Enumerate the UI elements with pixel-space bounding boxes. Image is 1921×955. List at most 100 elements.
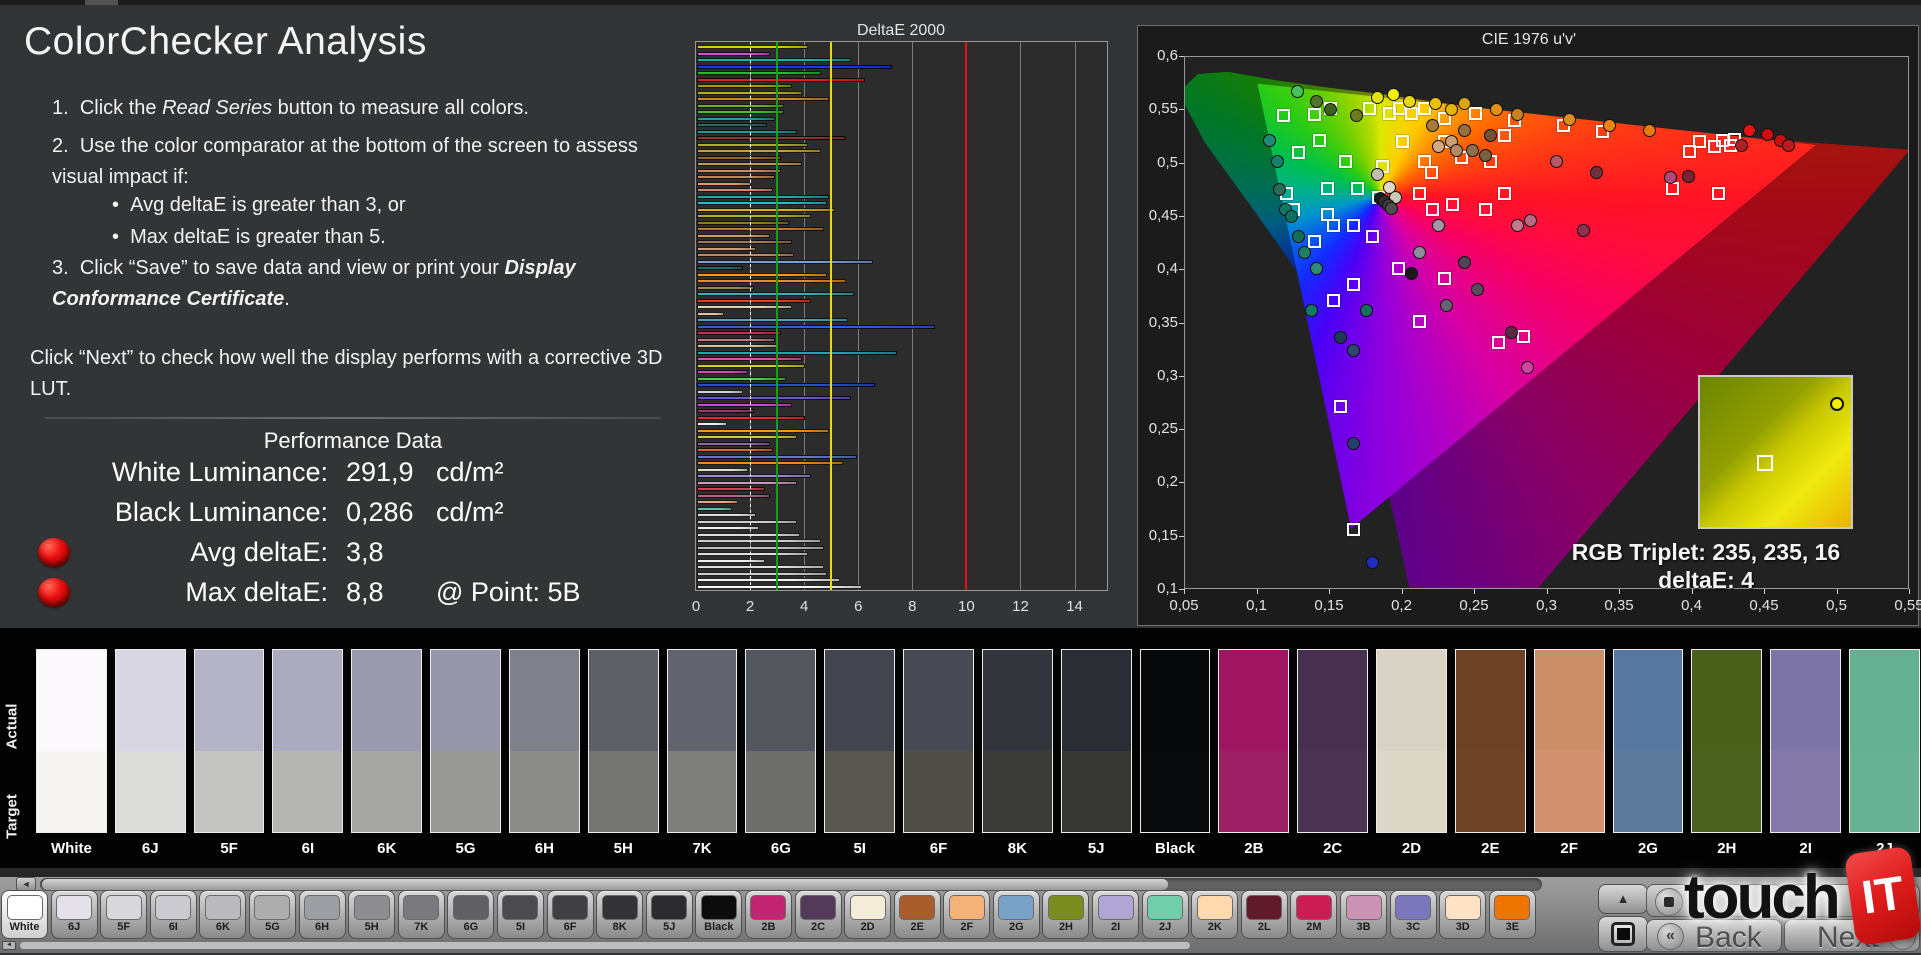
color-select-button[interactable]: 7K — [398, 890, 445, 939]
color-select-button[interactable]: 3C — [1390, 890, 1437, 939]
color-select-button[interactable]: 6F — [547, 890, 594, 939]
comparator-swatch[interactable]: 6G — [745, 649, 816, 857]
pager-up-button[interactable]: ▲ — [1598, 884, 1648, 914]
color-select-button[interactable]: 6I — [150, 890, 197, 939]
step1-text-post: button to measure all colors. — [272, 97, 529, 119]
deltae-bar — [697, 156, 781, 160]
performance-value: 0,286 — [328, 497, 428, 528]
comparator-swatch[interactable]: 2F — [1534, 649, 1605, 857]
color-select-button[interactable]: 5F — [100, 890, 147, 939]
cie-target-square — [1277, 109, 1290, 122]
comparator-swatch[interactable]: 2I — [1770, 649, 1841, 857]
performance-unit: @ Point: 5B — [428, 577, 678, 608]
comparator-swatch[interactable]: 5H — [588, 649, 659, 857]
color-select-button[interactable]: 6H — [299, 890, 346, 939]
color-select-button[interactable]: 2B — [745, 890, 792, 939]
comparator-swatch[interactable]: 5J — [1061, 649, 1132, 857]
color-select-button[interactable]: 6G — [447, 890, 494, 939]
mini-scrollbar-arrow[interactable]: ◄ — [2, 941, 16, 950]
comparator-swatch[interactable]: 6F — [903, 649, 974, 857]
comparator-swatch[interactable]: 6H — [509, 649, 580, 857]
color-select-button[interactable]: 5I — [497, 890, 544, 939]
performance-row: Black Luminance:0,286cd/m² — [28, 492, 678, 532]
color-select-button[interactable]: Black — [695, 890, 742, 939]
comparator-swatch[interactable]: 5F — [194, 649, 265, 857]
inset-target-square — [1757, 455, 1773, 471]
deltae-bar — [697, 65, 892, 69]
comparator-swatch[interactable]: 6K — [351, 649, 422, 857]
comparator-swatch[interactable]: 2E — [1455, 649, 1526, 857]
color-select-button[interactable]: 5G — [249, 890, 296, 939]
color-select-button[interactable]: 3E — [1489, 890, 1536, 939]
swatch-target-color — [1850, 751, 1919, 832]
swatch-rect — [115, 649, 186, 833]
cie-x-tick-label: 0,1 — [1235, 597, 1279, 614]
deltae-chart-title: DeltaE 2000 — [692, 22, 1110, 40]
comparator-swatch[interactable]: 2G — [1613, 649, 1684, 857]
swatch-target-color — [1377, 751, 1446, 832]
mini-scrollbar-thumb[interactable] — [20, 942, 1190, 949]
scrollbar-thumb[interactable] — [42, 879, 1168, 890]
comparator-swatch[interactable]: Black — [1140, 649, 1211, 857]
swatch-target-color — [1614, 751, 1683, 832]
step1-number: 1. — [52, 97, 69, 119]
color-chip — [403, 895, 439, 920]
color-select-button[interactable]: 5H — [348, 890, 395, 939]
color-select-button[interactable]: 2F — [943, 890, 990, 939]
color-select-button[interactable]: 2K — [1191, 890, 1238, 939]
comparator-swatch[interactable]: 6I — [272, 649, 343, 857]
color-select-button[interactable]: 6K — [199, 890, 246, 939]
color-chip — [254, 895, 290, 920]
comparator-swatch[interactable]: 5I — [824, 649, 895, 857]
deltae-bar — [697, 461, 843, 465]
color-select-button[interactable]: 2L — [1241, 890, 1288, 939]
scrollbar-left-arrow[interactable]: ◄ — [16, 877, 36, 891]
cie-y-tick-label: 0,25 — [1138, 420, 1178, 437]
color-select-button[interactable]: 3D — [1439, 890, 1486, 939]
comparator-swatch[interactable]: 2J — [1849, 649, 1920, 857]
color-select-button[interactable]: 3B — [1340, 890, 1387, 939]
color-select-button[interactable]: 2C — [795, 890, 842, 939]
swatch-actual-color — [668, 650, 737, 751]
deltae-bar — [697, 500, 738, 504]
color-select-button[interactable]: 6J — [51, 890, 98, 939]
deltae-x-tick-label: 14 — [1058, 598, 1092, 615]
color-button-label: 3C — [1391, 921, 1436, 933]
comparator-swatch[interactable]: 2D — [1376, 649, 1447, 857]
comparator-swatch[interactable]: 5G — [430, 649, 501, 857]
color-select-button[interactable]: 2G — [993, 890, 1040, 939]
color-button-label: 5G — [250, 921, 295, 933]
color-button-label: 6H — [300, 921, 345, 933]
comparator-swatch[interactable]: 6J — [115, 649, 186, 857]
comparator-swatch[interactable]: 2C — [1297, 649, 1368, 857]
comparator-swatch[interactable]: 2H — [1691, 649, 1762, 857]
pager-stop-button[interactable] — [1598, 916, 1648, 952]
color-select-button[interactable]: 2M — [1290, 890, 1337, 939]
cie-measured-dot — [1440, 299, 1453, 312]
color-select-button[interactable]: 2H — [1042, 890, 1089, 939]
color-select-button[interactable]: 2J — [1142, 890, 1189, 939]
swatch-actual-color — [825, 650, 894, 751]
color-select-button[interactable]: White — [1, 890, 48, 939]
color-select-button[interactable]: 2E — [894, 890, 941, 939]
cie-target-square — [1425, 166, 1438, 179]
deltae-bar — [697, 195, 829, 199]
status-red-dot — [38, 578, 70, 607]
comparator-swatch[interactable]: White — [36, 649, 107, 857]
cie-y-tick — [1179, 56, 1184, 57]
color-select-button[interactable]: 2D — [844, 890, 891, 939]
cie-target-square — [1308, 235, 1321, 248]
step1-text-pre: Click the — [80, 97, 162, 119]
comparator-swatch[interactable]: 7K — [667, 649, 738, 857]
color-select-button[interactable]: 2I — [1092, 890, 1139, 939]
divider — [45, 417, 661, 419]
cie-y-tick — [1179, 163, 1184, 164]
swatch-rect — [509, 649, 580, 833]
comparator-swatch[interactable]: 2B — [1218, 649, 1289, 857]
comparator-swatch[interactable]: 8K — [982, 649, 1053, 857]
color-select-button[interactable]: 8K — [596, 890, 643, 939]
swatch-label: 6J — [115, 840, 186, 857]
performance-value: 3,8 — [328, 537, 428, 568]
cie-y-tick-label: 0,3 — [1138, 367, 1178, 384]
color-select-button[interactable]: 5J — [646, 890, 693, 939]
